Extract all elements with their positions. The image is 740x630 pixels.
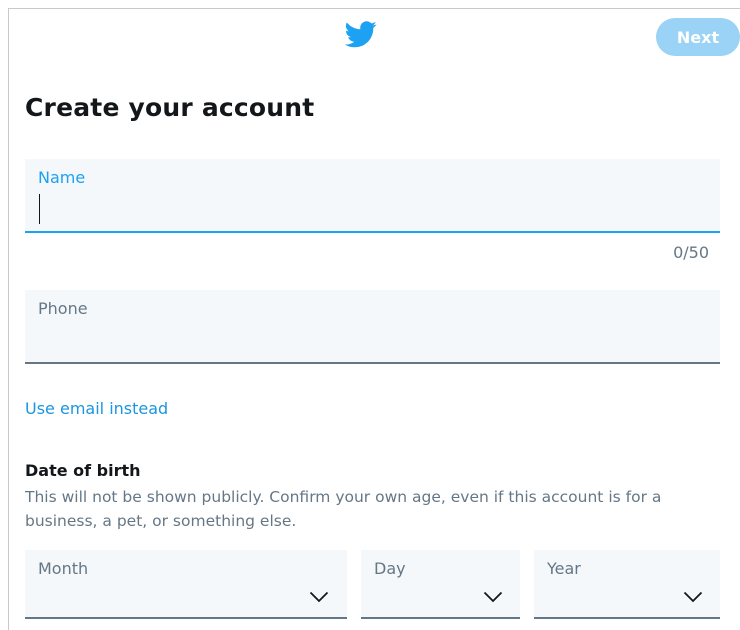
next-button[interactable]: Next: [656, 18, 740, 56]
chevron-down-icon: [309, 591, 329, 603]
chevron-down-icon: [683, 591, 703, 603]
day-select[interactable]: Day: [361, 550, 520, 619]
dialog-header: Next: [9, 9, 740, 65]
phone-field[interactable]: Phone: [25, 290, 720, 364]
name-input[interactable]: [38, 195, 698, 223]
dob-description: This will not be shown publicly. Confirm…: [25, 488, 662, 530]
year-select[interactable]: Year: [534, 550, 720, 619]
month-select-label: Month: [38, 559, 89, 578]
page-title: Create your account: [25, 93, 315, 122]
year-select-label: Year: [547, 559, 581, 578]
day-select-label: Day: [374, 559, 406, 578]
text-cursor: [39, 194, 40, 224]
chevron-down-icon: [483, 591, 503, 603]
name-char-counter: 0/50: [673, 243, 709, 262]
phone-field-label: Phone: [38, 299, 88, 318]
month-select[interactable]: Month: [25, 550, 347, 619]
phone-input[interactable]: [38, 326, 698, 354]
name-field[interactable]: Name: [25, 159, 720, 233]
signup-dialog: Next Create your account Name 0/50 Phone…: [8, 8, 740, 630]
twitter-bird-icon: [345, 21, 377, 48]
name-field-label: Name: [38, 168, 86, 187]
use-email-instead-link[interactable]: Use email instead: [25, 399, 168, 418]
dob-heading: Date of birth: [25, 461, 141, 480]
